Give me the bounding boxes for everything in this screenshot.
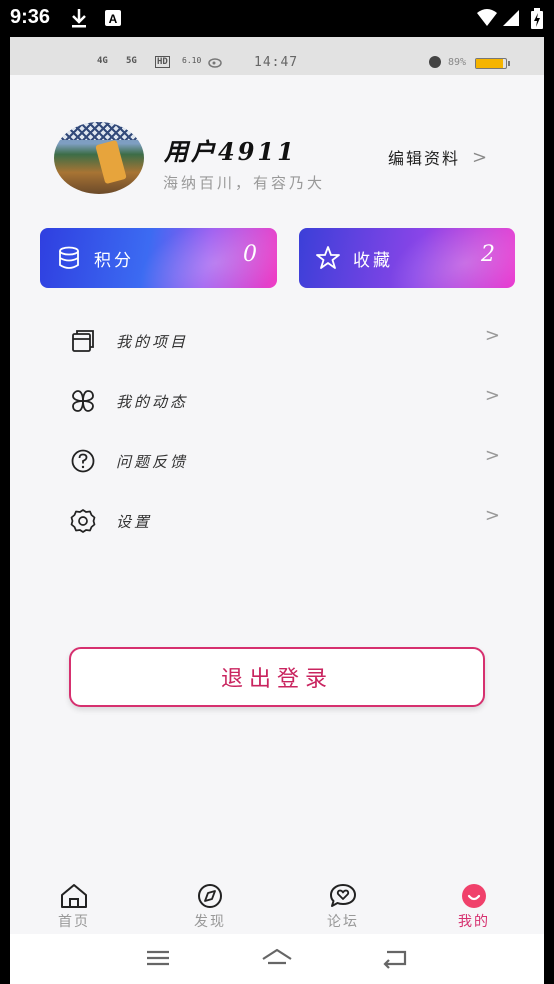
chevron-right-icon: > — [484, 324, 500, 346]
battery-tip — [508, 61, 510, 66]
android-nav-bar — [10, 934, 544, 984]
system-time: 9:36 — [10, 6, 51, 28]
tab-home[interactable]: 首页 — [39, 883, 109, 931]
logout-button[interactable]: 退出登录 — [69, 647, 485, 707]
edit-profile-label: 编辑资料 — [388, 149, 461, 168]
gear-icon — [70, 509, 96, 533]
clover-icon — [72, 390, 94, 412]
edit-profile-button[interactable]: 编辑资料 > — [388, 145, 489, 169]
inner-battery-icon — [475, 58, 507, 69]
menu-item-settings[interactable]: 设置 > — [70, 501, 500, 541]
inner-clock: 14:47 — [254, 55, 299, 70]
weibo-icon — [208, 58, 222, 68]
tab-mine[interactable]: 我的 — [439, 883, 509, 931]
tab-label: 我的 — [458, 914, 490, 930]
app-screen: 4G 5G HD 6.10 14:47 89% 用户4911 海纳百川，有容乃大… — [10, 37, 544, 934]
wifi-icon — [477, 9, 497, 26]
bottom-tab-bar: 首页 发现 论坛 我的 — [10, 877, 544, 934]
inner-status-bar: 4G 5G HD 6.10 14:47 89% — [10, 37, 544, 75]
favorites-value: 2 — [481, 242, 495, 267]
menu-label: 我的动态 — [116, 392, 189, 411]
menu-label: 设置 — [116, 512, 153, 531]
home-icon — [61, 884, 87, 908]
menu-label: 我的项目 — [116, 332, 189, 351]
tab-label: 论坛 — [327, 914, 359, 930]
back-icon[interactable] — [379, 946, 413, 970]
tab-forum[interactable]: 论坛 — [308, 883, 378, 931]
question-icon — [71, 449, 95, 473]
username: 用户4911 — [164, 137, 297, 166]
tab-label: 首页 — [58, 914, 90, 930]
points-label: 积分 — [94, 251, 134, 271]
chevron-right-icon: > — [484, 444, 500, 466]
menu-item-feedback[interactable]: 问题反馈 > — [70, 441, 500, 481]
menu-icon[interactable] — [141, 946, 175, 970]
compass-icon — [198, 884, 222, 908]
net-speed: 6.10 — [182, 56, 202, 65]
battery-icon — [531, 8, 543, 29]
chat-heart-icon — [330, 884, 356, 907]
projects-icon — [72, 330, 94, 352]
avatar[interactable] — [54, 122, 144, 194]
alarm-icon — [429, 56, 441, 68]
signal-5g-label: 5G — [126, 56, 137, 66]
chevron-right-icon: > — [484, 384, 500, 406]
signal-4g-label: 4G — [97, 56, 108, 66]
signal-icon — [503, 10, 519, 26]
star-icon — [316, 246, 340, 269]
points-card[interactable]: 积分 0 — [40, 228, 277, 288]
menu-item-my-projects[interactable]: 我的项目 > — [70, 321, 500, 361]
user-slogan: 海纳百川，有容乃大 — [163, 174, 326, 192]
menu-item-my-activity[interactable]: 我的动态 > — [70, 381, 500, 421]
menu-label: 问题反馈 — [116, 452, 189, 471]
points-value: 0 — [243, 242, 257, 267]
download-icon — [72, 9, 86, 28]
svg-text:A: A — [109, 12, 118, 26]
database-icon — [59, 246, 79, 269]
tab-discover[interactable]: 发现 — [175, 883, 245, 931]
chevron-right-icon: > — [484, 504, 500, 526]
tab-label: 发现 — [194, 914, 226, 930]
favorites-card[interactable]: 收藏 2 — [299, 228, 515, 288]
battery-percent: 89% — [448, 57, 467, 68]
chevron-right-icon: > — [472, 146, 490, 168]
system-status-bar: 9:36 A — [0, 0, 554, 37]
smile-icon — [462, 884, 486, 908]
home-outline-icon[interactable] — [260, 946, 294, 970]
favorites-label: 收藏 — [353, 251, 393, 271]
hd-label: HD — [155, 56, 170, 68]
app-a-icon: A — [105, 10, 121, 26]
